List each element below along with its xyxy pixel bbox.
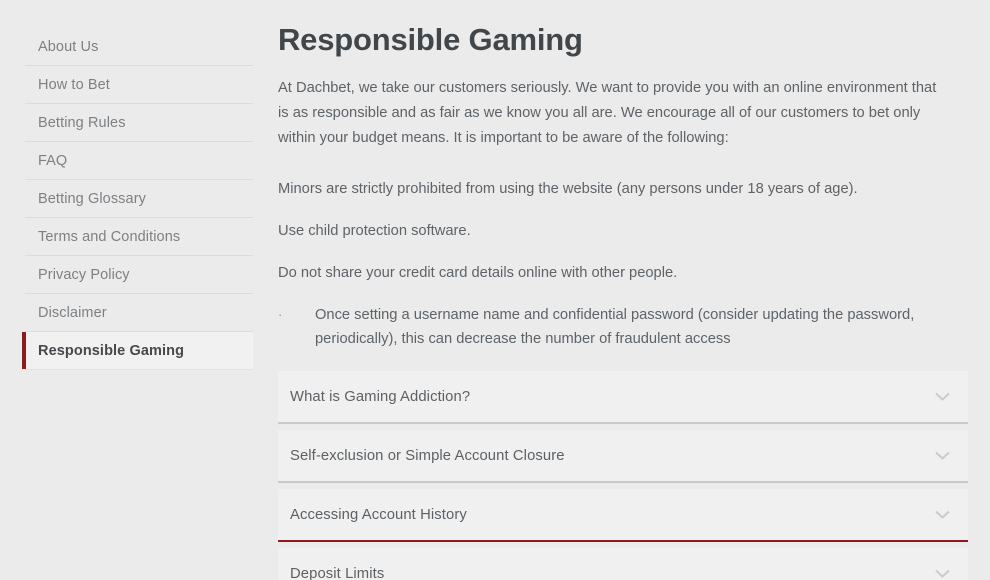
intro-paragraph: At Dachbet, we take our customers seriou… <box>278 80 937 146</box>
accordion-item-label: Self-exclusion or Simple Account Closure <box>290 447 565 464</box>
sidebar-item-label: Responsible Gaming <box>38 342 185 359</box>
sidebar-item-label: Terms and Conditions <box>38 228 181 245</box>
sidebar-item-privacy-policy[interactable]: Privacy Policy <box>25 256 253 294</box>
chevron-down-icon[interactable] <box>935 392 950 401</box>
sidebar-item-label: Betting Rules <box>38 114 126 131</box>
sidebar-item-terms-and-conditions[interactable]: Terms and Conditions <box>25 218 253 256</box>
accordion-item-label: Deposit Limits <box>290 565 385 580</box>
list-item-text: Once setting a username name and confide… <box>315 307 915 347</box>
sidebar-item-responsible-gaming[interactable]: Responsible Gaming <box>22 332 253 370</box>
accordion-item-label: What is Gaming Addiction? <box>290 388 471 405</box>
accordion-item-account-history[interactable]: Accessing Account History <box>278 489 968 542</box>
sidebar-item-label: FAQ <box>38 152 68 169</box>
list-item-text: Use child protection software. <box>278 223 471 239</box>
sidebar-item-betting-glossary[interactable]: Betting Glossary <box>25 180 253 218</box>
list-item: · Use child protection software. <box>278 219 968 243</box>
accordion-item-label: Accessing Account History <box>290 506 467 523</box>
sidebar-item-disclaimer[interactable]: Disclaimer <box>25 294 253 332</box>
list-item-text: Minors are strictly prohibited from usin… <box>278 181 858 197</box>
chevron-down-icon[interactable] <box>935 569 950 578</box>
accordion-item-self-exclusion[interactable]: Self-exclusion or Simple Account Closure <box>278 430 968 483</box>
chevron-down-icon[interactable] <box>935 451 950 460</box>
accordion: What is Gaming Addiction? Self-exclusion… <box>278 371 968 580</box>
responsible-gaming-page: About Us How to Bet Betting Rules FAQ Be… <box>0 0 990 580</box>
list-item: · Once setting a username name and confi… <box>278 303 968 351</box>
sidebar-item-about-us[interactable]: About Us <box>25 28 253 66</box>
accordion-item-deposit-limits[interactable]: Deposit Limits <box>278 548 968 580</box>
list-item: · Minors are strictly prohibited from us… <box>278 177 968 201</box>
sidebar-item-faq[interactable]: FAQ <box>25 142 253 180</box>
list-item: · Do not share your credit card details … <box>278 261 968 285</box>
sidebar-item-label: Betting Glossary <box>38 190 146 207</box>
sidebar-item-betting-rules[interactable]: Betting Rules <box>25 104 253 142</box>
sidebar-nav: About Us How to Bet Betting Rules FAQ Be… <box>22 28 253 370</box>
sidebar-item-label: How to Bet <box>38 76 110 93</box>
sidebar-item-label: Privacy Policy <box>38 266 130 283</box>
sidebar-item-label: About Us <box>38 39 99 55</box>
chevron-down-icon[interactable] <box>935 510 950 519</box>
main-content: Responsible Gaming At Dachbet, we take o… <box>278 22 990 580</box>
list-item-text: Do not share your credit card details on… <box>278 265 678 281</box>
accordion-item-gaming-addiction[interactable]: What is Gaming Addiction? <box>278 371 968 424</box>
page-title: Responsible Gaming <box>278 22 583 57</box>
sidebar-item-label: Disclaimer <box>38 304 107 321</box>
sidebar-item-how-to-bet[interactable]: How to Bet <box>25 66 253 104</box>
bullet-list: · Minors are strictly prohibited from us… <box>278 177 968 351</box>
bullet-marker: · <box>278 307 283 322</box>
